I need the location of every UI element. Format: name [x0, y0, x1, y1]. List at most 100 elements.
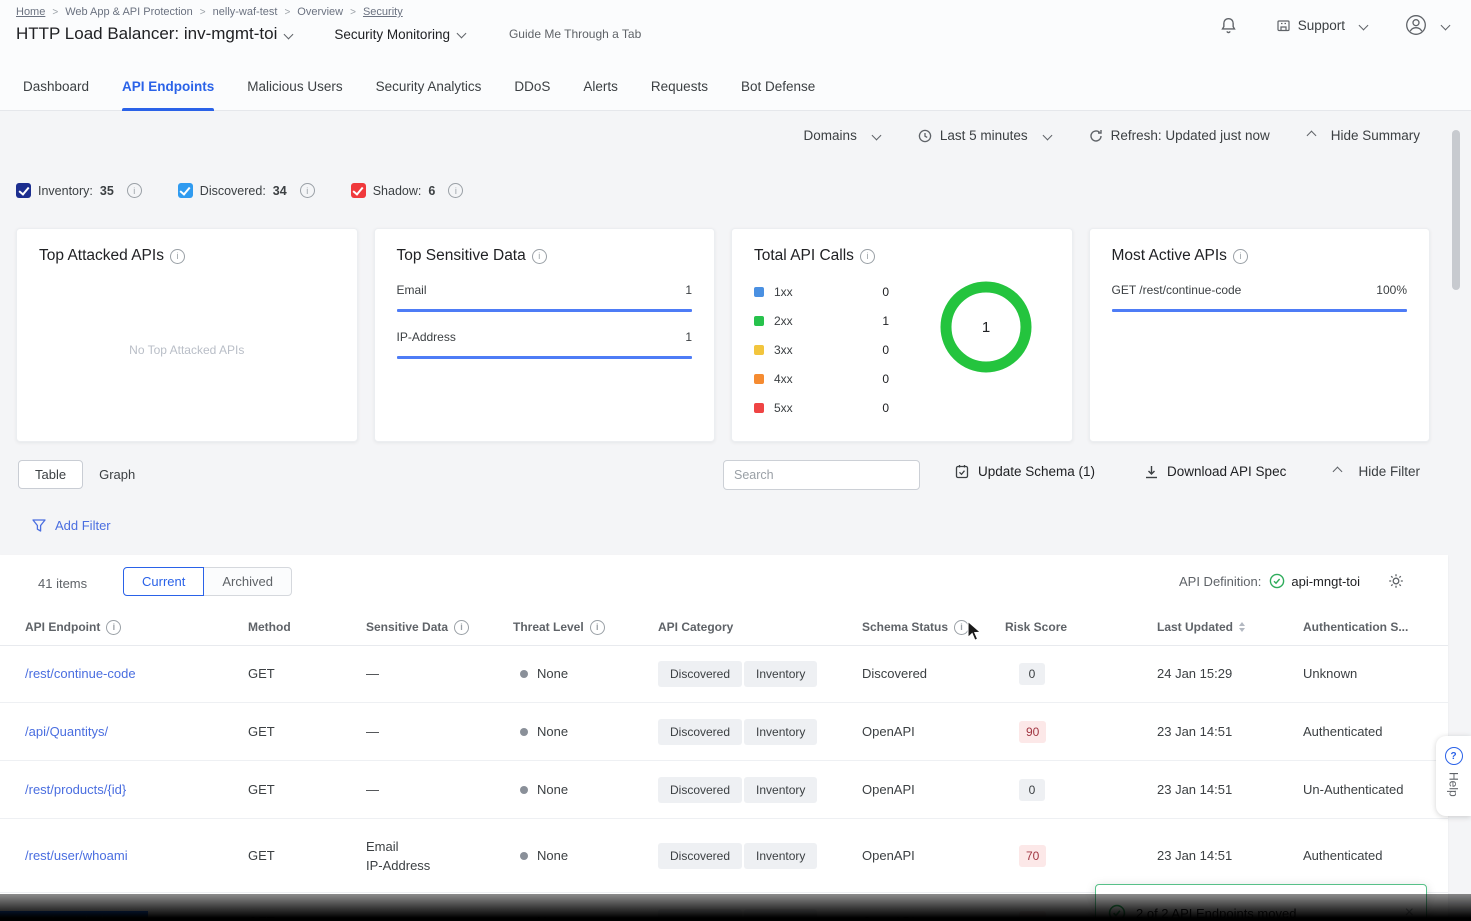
download-api-spec-button[interactable]: Download API Spec [1145, 464, 1286, 479]
cell-method: GET [248, 724, 366, 739]
info-icon[interactable] [127, 183, 142, 198]
gear-icon[interactable] [1388, 573, 1404, 589]
api-definition-value[interactable]: api-mngt-toi [1269, 573, 1360, 589]
card-title-text: Total API Calls [754, 247, 854, 265]
cell-endpoint: /rest/user/whoami [0, 848, 248, 863]
hide-filter-label: Hide Filter [1358, 464, 1420, 479]
risk-score-badge: 70 [1019, 845, 1046, 867]
info-icon[interactable] [954, 620, 969, 635]
table-header-row: API EndpointMethodSensitive DataThreat L… [0, 609, 1448, 646]
tab-security-analytics[interactable]: Security Analytics [376, 62, 482, 110]
endpoint-link[interactable]: /rest/continue-code [25, 666, 136, 681]
checkbox-inventory[interactable] [16, 183, 31, 198]
endpoint-link[interactable]: /api/Quantitys/ [25, 724, 108, 739]
info-icon[interactable] [170, 249, 185, 264]
api-calls-donut: 1 [936, 277, 1036, 377]
checkbox-shadow[interactable] [351, 183, 366, 198]
view-toggle-graph[interactable]: Graph [83, 461, 151, 488]
tab-alerts[interactable]: Alerts [583, 62, 618, 110]
tab-requests[interactable]: Requests [651, 62, 708, 110]
metric-item: Email1 [397, 283, 693, 312]
column-header-method: Method [248, 620, 366, 634]
view-toggle-table[interactable]: Table [18, 460, 83, 489]
cell-threat-level: None [513, 782, 658, 797]
tab-bar: Dashboard API Endpoints Malicious Users Sec… [0, 62, 1471, 111]
legend-swatch [754, 403, 764, 413]
breadcrumb-item-home[interactable]: Home [16, 6, 45, 18]
info-icon[interactable] [860, 249, 875, 264]
threat-dot [520, 852, 528, 860]
state-toggle-current[interactable]: Current [123, 567, 204, 596]
endpoint-link[interactable]: /rest/user/whoami [25, 848, 128, 863]
column-header-threat-level: Threat Level [513, 620, 658, 635]
help-button[interactable]: ? Help [1436, 736, 1471, 816]
cell-endpoint: /api/Quantitys/ [0, 724, 248, 739]
info-icon[interactable] [448, 183, 463, 198]
monitor-dropdown[interactable]: Security Monitoring [334, 27, 465, 42]
info-icon[interactable] [532, 249, 547, 264]
info-icon[interactable] [590, 620, 605, 635]
threat-label: None [537, 666, 568, 681]
avatar-icon [1405, 14, 1427, 36]
help-label: Help [1447, 772, 1461, 797]
cell-last-updated: 24 Jan 15:29 [1157, 666, 1303, 681]
cell-sensitive-data: — [366, 664, 513, 683]
update-schema-label: Update Schema (1) [978, 464, 1095, 479]
sort-icon[interactable] [1239, 622, 1245, 632]
column-label: Method [248, 620, 291, 634]
cell-api-category: DiscoveredInventory [658, 777, 862, 803]
checkbox-discovered[interactable] [178, 183, 193, 198]
filter-inventory: Inventory: 35 [16, 183, 142, 198]
tab-api-endpoints[interactable]: API Endpoints [122, 62, 214, 110]
card-total-api-calls: Total API Calls 1xx02xx13xx04xx05xx0 1 [731, 228, 1073, 442]
state-toggle-archived[interactable]: Archived [203, 567, 292, 596]
support-menu[interactable]: Support [1276, 18, 1367, 33]
search-input[interactable] [723, 460, 920, 490]
header-actions: Support [1219, 14, 1449, 36]
update-schema-button[interactable]: Update Schema (1) [955, 464, 1095, 479]
items-count: 41 items [38, 576, 87, 591]
notifications-button[interactable] [1219, 16, 1238, 35]
check-circle-icon [1269, 573, 1285, 589]
guide-link[interactable]: Guide Me Through a Tab [509, 27, 641, 41]
tab-malicious-users[interactable]: Malicious Users [247, 62, 342, 110]
question-icon: ? [1445, 747, 1463, 765]
breadcrumb-item-security[interactable]: Security [363, 6, 403, 18]
hide-summary-button[interactable]: Hide Summary [1308, 128, 1420, 143]
info-icon[interactable] [454, 620, 469, 635]
state-toggle: CurrentArchived [123, 567, 292, 596]
filter-label: Shadow: [373, 184, 422, 198]
breadcrumb-item-web-app-api-protection: Web App & API Protection [65, 6, 193, 18]
threat-dot [520, 786, 528, 794]
chevron-down-icon[interactable] [284, 29, 294, 39]
category-badge-inventory: Inventory [744, 719, 817, 745]
time-range-label: Last 5 minutes [940, 128, 1028, 143]
cell-last-updated: 23 Jan 14:51 [1157, 782, 1303, 797]
api-calls-body: 1xx02xx13xx04xx05xx0 1 [754, 277, 1050, 422]
cell-method: GET [248, 782, 366, 797]
hide-filter-button[interactable]: Hide Filter [1334, 464, 1420, 479]
tab-ddos[interactable]: DDoS [514, 62, 550, 110]
legend-label: 5xx [774, 401, 793, 415]
column-header-api-endpoint: API Endpoint [0, 620, 248, 635]
domains-dropdown[interactable]: Domains [804, 128, 880, 143]
table-row: /rest/products/{id}GET—NoneDiscoveredInv… [0, 761, 1448, 819]
column-label: Risk Score [1005, 620, 1067, 634]
add-filter-button[interactable]: Add Filter [32, 518, 111, 533]
info-icon[interactable] [106, 620, 121, 635]
legend-value: 1 [882, 314, 889, 328]
info-icon[interactable] [1233, 249, 1248, 264]
sensitive-item: IP-Address [366, 856, 513, 875]
refresh-button[interactable]: Refresh: Updated just now [1089, 128, 1270, 143]
account-menu[interactable] [1405, 14, 1449, 36]
endpoint-link[interactable]: /rest/products/{id} [25, 782, 126, 797]
info-icon[interactable] [300, 183, 315, 198]
metric-bar [397, 309, 693, 312]
time-range-dropdown[interactable]: Last 5 minutes [918, 128, 1051, 143]
scrollbar-thumb[interactable] [1452, 130, 1460, 290]
legend-value: 0 [882, 401, 889, 415]
download-icon [1145, 465, 1158, 479]
tab-bot-defense[interactable]: Bot Defense [741, 62, 815, 110]
tab-dashboard[interactable]: Dashboard [23, 62, 89, 110]
api-endpoints-table-panel: 41 items CurrentArchived API Definition:… [0, 555, 1448, 921]
